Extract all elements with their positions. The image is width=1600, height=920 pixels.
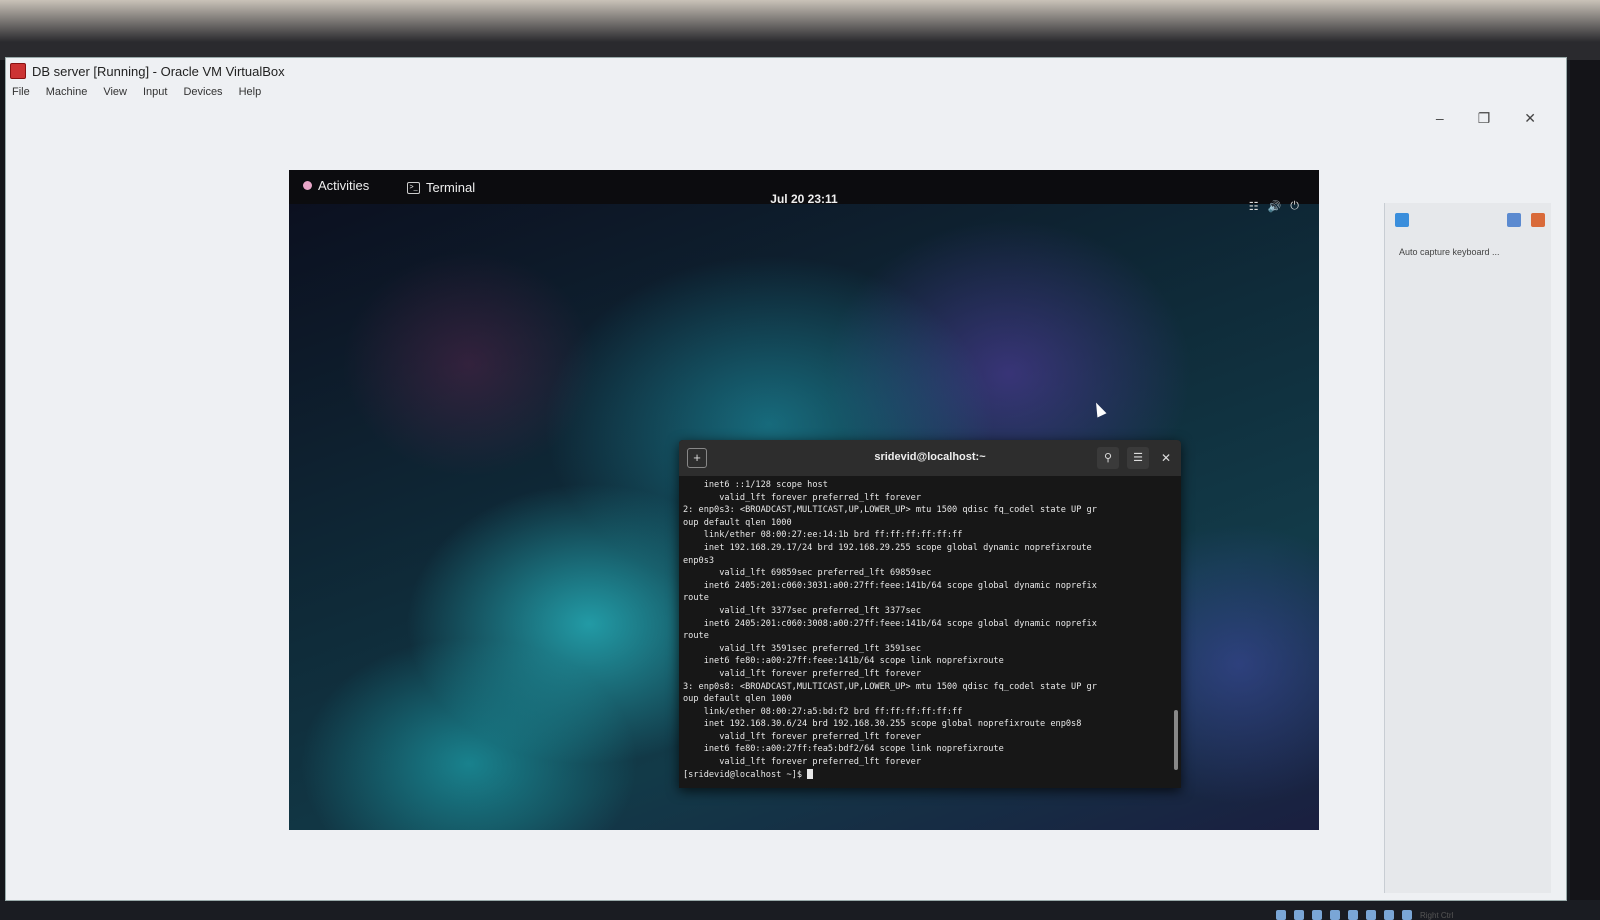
- menu-view[interactable]: View: [103, 86, 127, 98]
- terminal-line: enp0s3: [683, 555, 715, 566]
- guest-display[interactable]: Activities >_ Terminal Jul 20 23:11 ☷ 🔊 …: [289, 170, 1319, 830]
- keyboard-icon[interactable]: [1507, 213, 1521, 227]
- terminal-line: inet6 2405:201:c060:3008:a00:27ff:feee:1…: [683, 618, 1097, 629]
- shared-folder-icon[interactable]: [1348, 910, 1358, 920]
- terminal-line: valid_lft 69859sec preferred_lft 69859se…: [683, 568, 932, 579]
- clock[interactable]: Jul 20 23:11: [289, 192, 1319, 206]
- virtualbox-window: DB server [Running] - Oracle VM VirtualB…: [6, 58, 1566, 920]
- activities-button[interactable]: Activities: [303, 178, 369, 193]
- text-cursor: [807, 769, 814, 780]
- settings-icon[interactable]: [1531, 213, 1545, 227]
- photo-top-bezel: [0, 0, 1600, 60]
- activities-label: Activities: [318, 178, 370, 193]
- terminal-line: valid_lft forever preferred_lft forever: [683, 731, 921, 742]
- side-panel-icons: [1395, 213, 1545, 227]
- close-icon[interactable]: ✕: [1155, 447, 1177, 469]
- terminal-line: route: [683, 631, 709, 642]
- close-icon[interactable]: ✕: [1524, 110, 1536, 127]
- terminal-line: oup default qlen 1000: [683, 694, 792, 705]
- side-panel: Auto capture keyboard ...: [1384, 203, 1551, 893]
- terminal-line: valid_lft forever preferred_lft forever: [683, 668, 921, 679]
- terminal-line: valid_lft 3591sec preferred_lft 3591sec: [683, 643, 921, 654]
- virtualbox-app-icon: [10, 63, 26, 79]
- terminal-line: link/ether 08:00:27:a5:bd:f2 brd ff:ff:f…: [683, 706, 963, 717]
- cpu-icon[interactable]: [1402, 910, 1412, 920]
- terminal-line: route: [683, 593, 709, 604]
- status-bar: Right Ctrl: [1276, 910, 1453, 920]
- recording-icon[interactable]: [1384, 910, 1394, 920]
- restore-icon[interactable]: ❐: [1478, 110, 1491, 127]
- gnome-top-bar: Activities >_ Terminal Jul 20 23:11 ☷ 🔊 …: [289, 170, 1319, 213]
- terminal-line: inet6 fe80::a00:27ff:fea5:bdf2/64 scope …: [683, 744, 1004, 755]
- system-tray[interactable]: ☷ 🔊 ⏻: [1249, 200, 1299, 213]
- window-title: DB server [Running] - Oracle VM VirtualB…: [32, 63, 285, 79]
- window-controls: – ❐ ✕: [1436, 110, 1536, 127]
- minimize-icon[interactable]: –: [1436, 110, 1444, 127]
- menubar: File Machine View Input Devices Help: [12, 86, 261, 98]
- terminal-line: 2: enp0s3: <BROADCAST,MULTICAST,UP,LOWER…: [683, 505, 1097, 516]
- usb-icon[interactable]: [1330, 910, 1340, 920]
- network-icon: ☷: [1248, 201, 1259, 213]
- terminal-headerbar: + sridevid@localhost:~ ⚲ ☰ ✕: [679, 440, 1181, 476]
- optical-drive-icon[interactable]: [1294, 910, 1304, 920]
- terminal-line: inet6 fe80::a00:27ff:feee:141b/64 scope …: [683, 656, 1004, 667]
- power-icon: ⏻: [1290, 200, 1299, 212]
- terminal-line: link/ether 08:00:27:ee:14:1b brd ff:ff:f…: [683, 530, 963, 541]
- menu-file[interactable]: File: [12, 86, 30, 98]
- menu-machine[interactable]: Machine: [46, 86, 88, 98]
- search-icon[interactable]: ⚲: [1097, 447, 1119, 469]
- info-icon[interactable]: [1395, 213, 1409, 227]
- terminal-line: inet 192.168.30.6/24 brd 192.168.30.255 …: [683, 719, 1082, 730]
- terminal-output[interactable]: inet6 ::1/128 scope host valid_lft forev…: [679, 476, 1181, 784]
- hamburger-menu-icon[interactable]: ☰: [1127, 447, 1149, 469]
- display-icon[interactable]: [1366, 910, 1376, 920]
- host-key-label: Right Ctrl: [1420, 910, 1454, 920]
- terminal-line: inet6 2405:201:c060:3031:a00:27ff:feee:1…: [683, 580, 1097, 591]
- terminal-line: valid_lft forever preferred_lft forever: [683, 757, 921, 768]
- photo-right-bezel: [1570, 60, 1600, 900]
- terminal-line: valid_lft forever preferred_lft forever: [683, 492, 921, 503]
- menu-input[interactable]: Input: [143, 86, 167, 98]
- terminal-scrollbar[interactable]: [1174, 710, 1178, 770]
- volume-icon: 🔊: [1267, 201, 1282, 213]
- network-adapter-icon[interactable]: [1312, 910, 1322, 920]
- activities-icon: [303, 181, 312, 190]
- menu-help[interactable]: Help: [239, 86, 262, 98]
- terminal-window[interactable]: + sridevid@localhost:~ ⚲ ☰ ✕ inet6 ::1/1…: [679, 440, 1181, 788]
- titlebar: DB server [Running] - Oracle VM VirtualB…: [6, 58, 1566, 84]
- shell-prompt: [sridevid@localhost ~]$: [683, 769, 808, 780]
- terminal-line: oup default qlen 1000: [683, 517, 792, 528]
- auto-capture-keyboard-label: Auto capture keyboard ...: [1399, 247, 1500, 257]
- menu-devices[interactable]: Devices: [183, 86, 222, 98]
- terminal-line: valid_lft 3377sec preferred_lft 3377sec: [683, 605, 921, 616]
- terminal-line: inet 192.168.29.17/24 brd 192.168.29.255…: [683, 542, 1092, 553]
- terminal-line: inet6 ::1/128 scope host: [683, 480, 828, 490]
- hdd-icon[interactable]: [1276, 910, 1286, 920]
- terminal-line: 3: enp0s8: <BROADCAST,MULTICAST,UP,LOWER…: [683, 681, 1097, 692]
